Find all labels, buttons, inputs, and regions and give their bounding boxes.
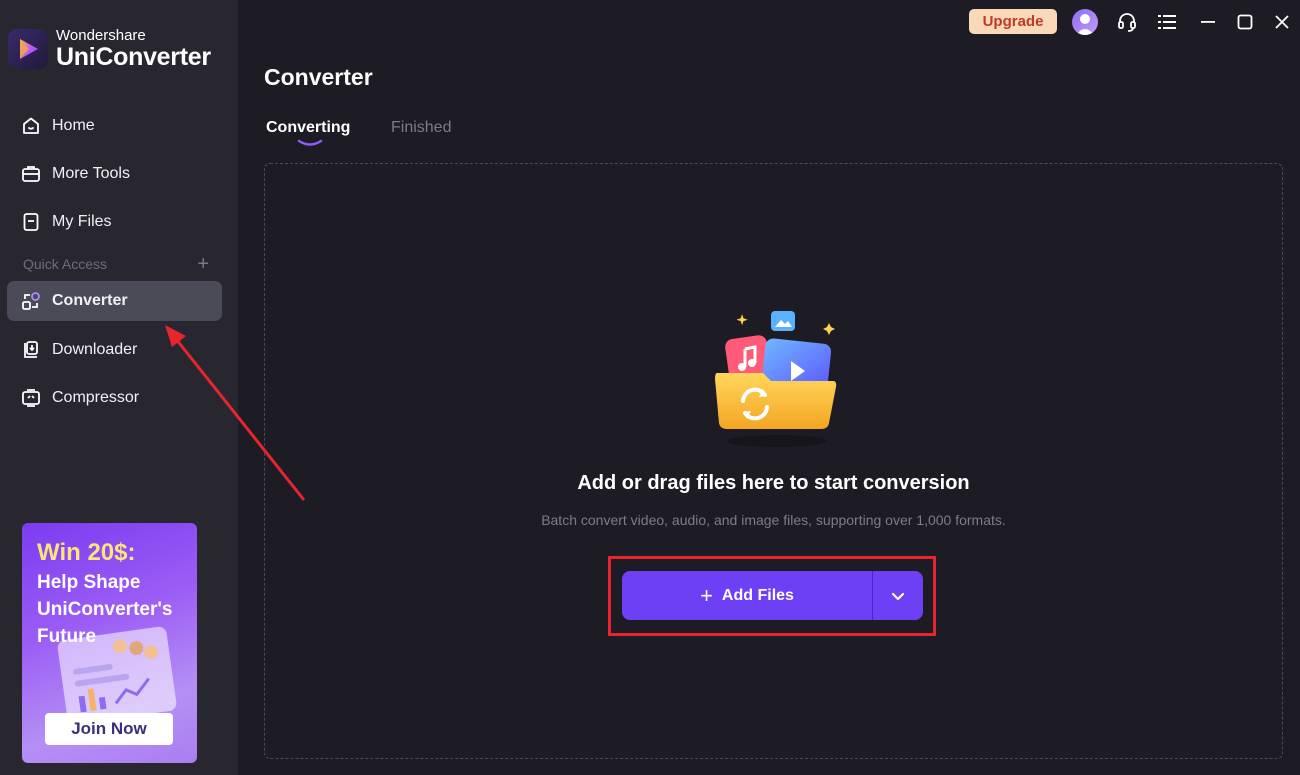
drop-zone-subtext: Batch convert video, audio, and image fi… (541, 512, 1006, 528)
toolbox-icon (20, 163, 42, 185)
sidebar-item-label: My Files (52, 213, 112, 230)
folder-media-icon (715, 311, 837, 447)
close-icon[interactable] (1269, 9, 1295, 35)
add-quick-access-icon[interactable]: + (197, 254, 209, 274)
sidebar-item-my-files[interactable]: My Files (7, 202, 222, 242)
downloader-icon (20, 339, 42, 361)
drop-zone-heading: Add or drag files here to start conversi… (577, 472, 970, 494)
drop-zone[interactable] (264, 163, 1283, 759)
file-icon (20, 211, 42, 233)
promo-line: UniConverter's (37, 599, 173, 620)
highlight-box (608, 556, 936, 636)
page-title: Converter (264, 64, 373, 90)
promo-illustration (56, 625, 178, 726)
sidebar: Wondershare UniConverter Home More Tools… (0, 0, 238, 775)
play-logo-icon (8, 29, 48, 69)
sidebar-item-label: More Tools (52, 165, 130, 182)
sidebar-item-label: Compressor (52, 389, 140, 406)
sidebar-item-label: Downloader (52, 341, 138, 358)
converter-icon (20, 290, 42, 312)
home-icon (20, 115, 42, 137)
active-tab-indicator (297, 139, 323, 146)
quick-access-header: Quick Access + (23, 254, 209, 274)
avatar-icon[interactable] (1072, 9, 1098, 35)
tab-converting[interactable]: Converting (266, 119, 350, 137)
sidebar-item-compressor[interactable]: Compressor (7, 378, 222, 418)
promo-title: Win 20$: (37, 539, 136, 566)
brand-subtitle: Wondershare (56, 27, 146, 44)
headset-icon[interactable] (1114, 9, 1140, 35)
promo-banner[interactable]: Win 20$: Help Shape UniConverter's Futur… (22, 523, 197, 763)
join-now-button[interactable]: Join Now (45, 713, 173, 745)
minimize-icon[interactable] (1195, 9, 1221, 35)
compressor-icon (20, 387, 42, 409)
sidebar-item-label: Converter (52, 292, 128, 309)
sidebar-item-home[interactable]: Home (7, 106, 222, 146)
sidebar-item-downloader[interactable]: Downloader (7, 330, 222, 370)
brand-title: UniConverter (56, 43, 211, 71)
upgrade-button[interactable]: Upgrade (969, 9, 1057, 34)
maximize-icon[interactable] (1232, 9, 1258, 35)
sidebar-item-label: Home (52, 117, 95, 134)
promo-line: Help Shape (37, 572, 141, 593)
quick-access-label: Quick Access (23, 256, 108, 272)
menu-icon[interactable] (1154, 9, 1180, 35)
brand: Wondershare UniConverter (8, 28, 211, 70)
sidebar-item-more-tools[interactable]: More Tools (7, 154, 222, 194)
sidebar-item-converter[interactable]: Converter (7, 281, 222, 321)
tab-finished[interactable]: Finished (391, 119, 451, 137)
